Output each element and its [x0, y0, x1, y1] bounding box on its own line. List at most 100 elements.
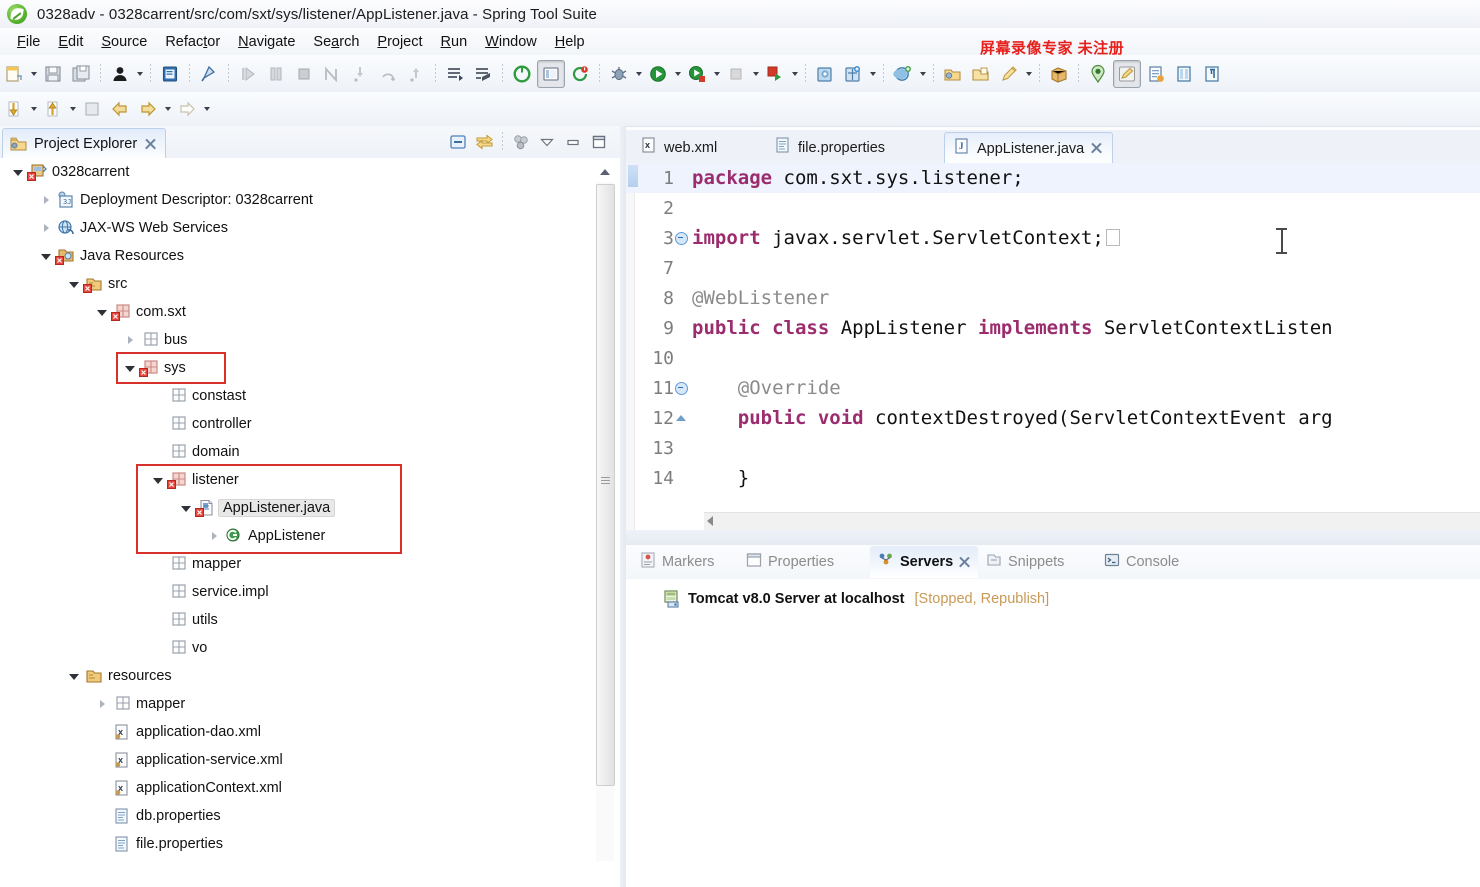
twisty-closed-icon[interactable] [206, 522, 222, 550]
maximize-icon[interactable] [586, 129, 612, 155]
twisty-open-icon[interactable] [150, 466, 166, 494]
tree-item-src[interactable]: src [0, 270, 620, 298]
new-document-icon[interactable] [1143, 61, 1169, 87]
resume-icon[interactable] [235, 61, 261, 87]
package-export-icon[interactable] [1046, 61, 1072, 87]
twisty-open-icon[interactable] [122, 354, 138, 382]
user-profile-icon[interactable] [107, 61, 133, 87]
tree-item-resources[interactable]: resources [0, 662, 620, 690]
code-line-9[interactable]: 9 public class AppListener implements Ser… [626, 313, 1480, 343]
bottom-tab-properties[interactable]: Properties [738, 546, 846, 578]
twisty-open-icon[interactable] [94, 298, 110, 326]
close-icon[interactable] [958, 556, 971, 569]
code-line-7[interactable]: 7 [626, 253, 1480, 283]
tree-item-applistener-java[interactable]: AppListener.java [0, 494, 620, 522]
tree-item-service-impl[interactable]: service.impl [0, 578, 620, 606]
pin-marker-icon[interactable] [1085, 61, 1111, 87]
chevron-down-icon[interactable] [534, 129, 560, 155]
tree-item-application-dao-xml[interactable]: x application-dao.xml [0, 718, 620, 746]
next-arrow-icon[interactable] [174, 96, 200, 122]
dropdown-arrow-icon[interactable] [28, 96, 39, 122]
twisty-open-icon[interactable] [10, 158, 26, 186]
dropdown-arrow-icon[interactable] [162, 96, 173, 122]
tree-item-db-properties[interactable]: db.properties [0, 802, 620, 830]
scroll-up-arrow[interactable] [596, 164, 614, 180]
server-entry[interactable]: Tomcat v8.0 Server at localhost [Stopped… [662, 589, 1049, 608]
code-line-14[interactable]: 14 } [626, 463, 1480, 493]
scroll-thumb[interactable] [596, 184, 615, 786]
suspend-icon[interactable] [263, 61, 289, 87]
bottom-tab-servers[interactable]: Servers [870, 546, 979, 578]
dropdown-arrow-icon[interactable] [201, 96, 212, 122]
tree-item-vo[interactable]: vo [0, 634, 620, 662]
tree-item-sys[interactable]: sys [0, 354, 620, 382]
menu-project[interactable]: Project [368, 32, 431, 52]
tree-item-applistener[interactable]: AppListener [0, 522, 620, 550]
code-editor[interactable]: 1 package com.sxt.sys.listener; 2 3 import j… [626, 163, 1480, 530]
step-down-icon[interactable] [1, 96, 27, 122]
stop-icon[interactable] [723, 61, 749, 87]
code-line-13[interactable]: 13 [626, 433, 1480, 463]
tree-item-mapper[interactable]: mapper [0, 690, 620, 718]
project-tree-scrollbar[interactable] [596, 164, 615, 861]
twisty-open-icon[interactable] [38, 242, 54, 270]
run-external-icon[interactable] [684, 61, 710, 87]
override-marker-icon[interactable] [674, 415, 688, 421]
toggle-view-icon[interactable] [537, 59, 565, 88]
tab-project-explorer[interactable]: Project Explorer [2, 128, 167, 159]
save-icon[interactable] [40, 61, 66, 87]
dropdown-arrow-icon[interactable] [750, 61, 761, 87]
code-line-2[interactable]: 2 [626, 193, 1480, 223]
refresh-cycle-icon[interactable] [567, 61, 593, 87]
menu-refactor[interactable]: Refactor [156, 32, 229, 52]
horizontal-splitter[interactable] [626, 530, 1480, 545]
search-type-icon[interactable] [890, 61, 916, 87]
run-icon[interactable] [645, 61, 671, 87]
tree-item-domain[interactable]: domain [0, 438, 620, 466]
dropdown-arrow-icon[interactable] [633, 61, 644, 87]
undefined[interactable] [79, 96, 105, 122]
tree-item-deployment-descriptor-0328carrent[interactable]: 3J Deployment Descriptor: 0328carrent [0, 186, 620, 214]
step-into-icon[interactable] [347, 61, 373, 87]
twisty-closed-icon[interactable] [94, 690, 110, 718]
close-icon[interactable] [144, 138, 157, 151]
new-package-icon[interactable] [840, 61, 866, 87]
dropdown-arrow-icon[interactable] [711, 61, 722, 87]
menu-source[interactable]: Source [92, 32, 156, 52]
editor-tab-file-properties[interactable]: file.properties [766, 132, 900, 163]
print-preview-icon[interactable] [157, 61, 183, 87]
collapse-all-icon[interactable] [445, 129, 471, 155]
tree-item-file-properties[interactable]: file.properties [0, 830, 620, 858]
tree-item-controller[interactable]: controller [0, 410, 620, 438]
twisty-open-icon[interactable] [178, 494, 194, 522]
menu-help[interactable]: Help [546, 32, 594, 52]
editor-tab-web-xml[interactable]: x web.xml [632, 132, 732, 163]
scroll-left-arrow[interactable] [707, 516, 713, 526]
save-all-icon[interactable] [68, 61, 94, 87]
bottom-tab-snippets[interactable]: Snippets [978, 546, 1076, 578]
tree-item-constast[interactable]: constast [0, 382, 620, 410]
twisty-closed-icon[interactable] [38, 186, 54, 214]
new-java-project-icon[interactable] [812, 61, 838, 87]
dropdown-arrow-icon[interactable] [1023, 61, 1034, 87]
close-icon[interactable] [1090, 142, 1103, 155]
spring-boot-icon[interactable] [509, 61, 535, 87]
run-server-icon[interactable] [762, 61, 788, 87]
open-declaration-icon[interactable] [442, 61, 468, 87]
servers-view-body[interactable]: Tomcat v8.0 Server at localhost [Stopped… [626, 579, 1480, 887]
back-arrow-icon[interactable] [107, 96, 133, 122]
fold-collapsed-icon[interactable] [674, 231, 688, 245]
code-line-10[interactable]: 10 [626, 343, 1480, 373]
tree-item-listener[interactable]: listener [0, 466, 620, 494]
pencil-edit-icon[interactable] [996, 61, 1022, 87]
paragraph-icon[interactable] [1199, 61, 1225, 87]
code-line-12[interactable]: 12 public void contextDestroyed(ServletC… [626, 403, 1480, 433]
bottom-tab-console[interactable]: Console [1096, 546, 1191, 578]
menu-run[interactable]: Run [432, 32, 477, 52]
dropdown-arrow-icon[interactable] [917, 61, 928, 87]
dropdown-arrow-icon[interactable] [28, 61, 39, 87]
code-line-3[interactable]: 3 import javax.servlet.ServletContext; [626, 223, 1480, 253]
tree-item-utils[interactable]: utils [0, 606, 620, 634]
link-with-editor-icon[interactable] [471, 129, 497, 155]
quick-access-pin-icon[interactable] [196, 61, 222, 87]
